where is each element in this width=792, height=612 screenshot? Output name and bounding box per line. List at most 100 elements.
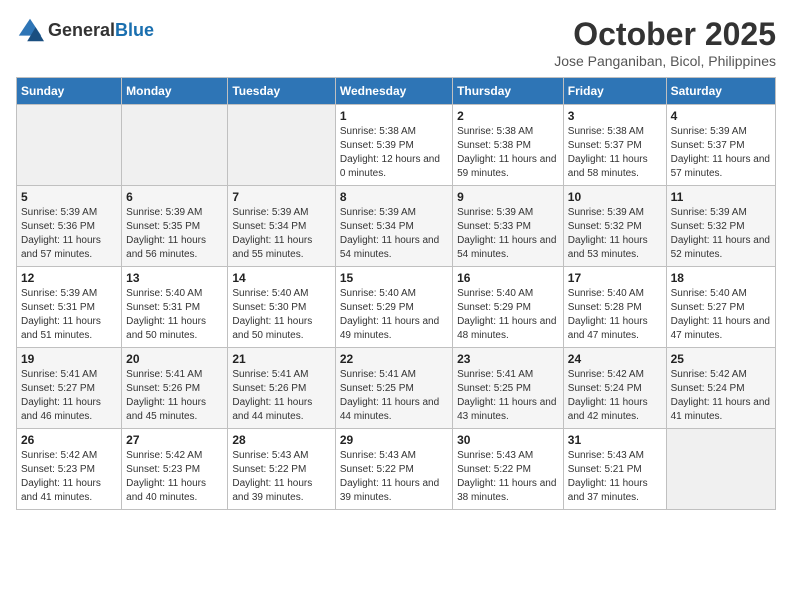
day-number: 19	[21, 352, 117, 366]
calendar-cell: 4 Sunrise: 5:39 AM Sunset: 5:37 PM Daylig…	[666, 105, 775, 186]
day-info: Sunrise: 5:39 AM Sunset: 5:33 PM Dayligh…	[457, 206, 559, 262]
day-number: 23	[457, 352, 559, 366]
calendar-cell: 22 Sunrise: 5:41 AM Sunset: 5:25 PM Dayli…	[335, 348, 452, 429]
calendar-week-row: 5Sunrise: 5:39 AM Sunset: 5:36 PM Daylig…	[17, 186, 776, 267]
day-number: 4	[671, 109, 771, 123]
weekday-header-monday: Monday	[122, 78, 228, 105]
calendar-cell	[122, 105, 228, 186]
day-info: Sunrise: 5:42 AM Sunset: 5:23 PM Dayligh…	[126, 449, 223, 505]
calendar-table: SundayMondayTuesdayWednesdayThursdayFrid…	[16, 77, 776, 510]
calendar-cell: 24 Sunrise: 5:42 AM Sunset: 5:24 PM Dayli…	[563, 348, 666, 429]
location-subtitle: Jose Panganiban, Bicol, Philippines	[554, 53, 776, 69]
day-info: Sunrise: 5:41 AM Sunset: 5:25 PM Dayligh…	[340, 368, 448, 424]
day-info: Sunrise: 5:41 AM Sunset: 5:25 PM Dayligh…	[457, 368, 559, 424]
day-info: Sunrise: 5:43 AM Sunset: 5:21 PM Dayligh…	[568, 449, 662, 505]
calendar-cell: 14 Sunrise: 5:40 AM Sunset: 5:30 PM Dayli…	[228, 267, 335, 348]
calendar-cell: 7 Sunrise: 5:39 AM Sunset: 5:34 PM Daylig…	[228, 186, 335, 267]
day-number: 15	[340, 271, 448, 285]
day-info: Sunrise: 5:41 AM Sunset: 5:26 PM Dayligh…	[126, 368, 223, 424]
calendar-cell: 19Sunrise: 5:41 AM Sunset: 5:27 PM Dayli…	[17, 348, 122, 429]
calendar-cell: 13Sunrise: 5:40 AM Sunset: 5:31 PM Dayli…	[122, 267, 228, 348]
day-number: 6	[126, 190, 223, 204]
logo-blue: Blue	[115, 20, 154, 40]
day-info: Sunrise: 5:41 AM Sunset: 5:26 PM Dayligh…	[232, 368, 330, 424]
calendar-cell: 18Sunrise: 5:40 AM Sunset: 5:27 PM Dayli…	[666, 267, 775, 348]
calendar-cell: 27 Sunrise: 5:42 AM Sunset: 5:23 PM Dayli…	[122, 429, 228, 510]
day-info: Sunrise: 5:42 AM Sunset: 5:24 PM Dayligh…	[671, 368, 771, 424]
day-number: 1	[340, 109, 448, 123]
day-info: Sunrise: 5:38 AM Sunset: 5:38 PM Dayligh…	[457, 125, 559, 181]
day-info: Sunrise: 5:40 AM Sunset: 5:28 PM Dayligh…	[568, 287, 662, 343]
day-number: 16	[457, 271, 559, 285]
day-number: 17	[568, 271, 662, 285]
calendar-cell: 29 Sunrise: 5:43 AM Sunset: 5:22 PM Dayli…	[335, 429, 452, 510]
day-number: 10	[568, 190, 662, 204]
calendar-cell: 12 Sunrise: 5:39 AM Sunset: 5:31 PM Dayli…	[17, 267, 122, 348]
day-info: Sunrise: 5:43 AM Sunset: 5:22 PM Dayligh…	[232, 449, 330, 505]
calendar-week-row: 12 Sunrise: 5:39 AM Sunset: 5:31 PM Dayli…	[17, 267, 776, 348]
calendar-cell: 11 Sunrise: 5:39 AM Sunset: 5:32 PM Dayli…	[666, 186, 775, 267]
day-number: 20	[126, 352, 223, 366]
day-number: 9	[457, 190, 559, 204]
weekday-header-tuesday: Tuesday	[228, 78, 335, 105]
calendar-cell: 31Sunrise: 5:43 AM Sunset: 5:21 PM Dayli…	[563, 429, 666, 510]
day-info: Sunrise: 5:39 AM Sunset: 5:37 PM Dayligh…	[671, 125, 771, 181]
weekday-header-saturday: Saturday	[666, 78, 775, 105]
day-number: 30	[457, 433, 559, 447]
day-number: 24	[568, 352, 662, 366]
day-info: Sunrise: 5:39 AM Sunset: 5:34 PM Dayligh…	[340, 206, 448, 262]
calendar-cell	[17, 105, 122, 186]
weekday-header-thursday: Thursday	[453, 78, 564, 105]
day-number: 21	[232, 352, 330, 366]
day-info: Sunrise: 5:38 AM Sunset: 5:39 PM Dayligh…	[340, 125, 448, 181]
weekday-header-sunday: Sunday	[17, 78, 122, 105]
title-area: October 2025 Jose Panganiban, Bicol, Phi…	[554, 16, 776, 69]
calendar-cell	[666, 429, 775, 510]
calendar-cell: 2Sunrise: 5:38 AM Sunset: 5:38 PM Daylig…	[453, 105, 564, 186]
day-number: 18	[671, 271, 771, 285]
logo: GeneralBlue	[16, 16, 154, 44]
day-info: Sunrise: 5:43 AM Sunset: 5:22 PM Dayligh…	[340, 449, 448, 505]
calendar-cell: 26 Sunrise: 5:42 AM Sunset: 5:23 PM Dayli…	[17, 429, 122, 510]
day-number: 28	[232, 433, 330, 447]
weekday-header-friday: Friday	[563, 78, 666, 105]
calendar-header-row: SundayMondayTuesdayWednesdayThursdayFrid…	[17, 78, 776, 105]
day-info: Sunrise: 5:38 AM Sunset: 5:37 PM Dayligh…	[568, 125, 662, 181]
month-title: October 2025	[554, 16, 776, 53]
calendar-cell: 25Sunrise: 5:42 AM Sunset: 5:24 PM Dayli…	[666, 348, 775, 429]
day-number: 27	[126, 433, 223, 447]
calendar-cell: 5Sunrise: 5:39 AM Sunset: 5:36 PM Daylig…	[17, 186, 122, 267]
day-number: 29	[340, 433, 448, 447]
day-info: Sunrise: 5:40 AM Sunset: 5:29 PM Dayligh…	[457, 287, 559, 343]
calendar-cell: 23 Sunrise: 5:41 AM Sunset: 5:25 PM Dayli…	[453, 348, 564, 429]
day-info: Sunrise: 5:43 AM Sunset: 5:22 PM Dayligh…	[457, 449, 559, 505]
calendar-cell: 17 Sunrise: 5:40 AM Sunset: 5:28 PM Dayli…	[563, 267, 666, 348]
logo-icon	[16, 16, 44, 44]
day-info: Sunrise: 5:42 AM Sunset: 5:23 PM Dayligh…	[21, 449, 117, 505]
day-number: 11	[671, 190, 771, 204]
day-number: 26	[21, 433, 117, 447]
day-info: Sunrise: 5:39 AM Sunset: 5:34 PM Dayligh…	[232, 206, 330, 262]
day-number: 12	[21, 271, 117, 285]
day-number: 5	[21, 190, 117, 204]
day-info: Sunrise: 5:39 AM Sunset: 5:32 PM Dayligh…	[671, 206, 771, 262]
calendar-cell: 9 Sunrise: 5:39 AM Sunset: 5:33 PM Daylig…	[453, 186, 564, 267]
calendar-cell	[228, 105, 335, 186]
day-number: 8	[340, 190, 448, 204]
day-info: Sunrise: 5:40 AM Sunset: 5:30 PM Dayligh…	[232, 287, 330, 343]
page-header: GeneralBlue October 2025 Jose Panganiban…	[16, 16, 776, 69]
calendar-cell: 10Sunrise: 5:39 AM Sunset: 5:32 PM Dayli…	[563, 186, 666, 267]
calendar-cell: 6 Sunrise: 5:39 AM Sunset: 5:35 PM Daylig…	[122, 186, 228, 267]
calendar-week-row: 19Sunrise: 5:41 AM Sunset: 5:27 PM Dayli…	[17, 348, 776, 429]
day-number: 13	[126, 271, 223, 285]
day-info: Sunrise: 5:42 AM Sunset: 5:24 PM Dayligh…	[568, 368, 662, 424]
day-info: Sunrise: 5:40 AM Sunset: 5:29 PM Dayligh…	[340, 287, 448, 343]
day-number: 7	[232, 190, 330, 204]
day-info: Sunrise: 5:39 AM Sunset: 5:35 PM Dayligh…	[126, 206, 223, 262]
calendar-cell: 3Sunrise: 5:38 AM Sunset: 5:37 PM Daylig…	[563, 105, 666, 186]
calendar-cell: 15 Sunrise: 5:40 AM Sunset: 5:29 PM Dayli…	[335, 267, 452, 348]
day-number: 14	[232, 271, 330, 285]
weekday-header-wednesday: Wednesday	[335, 78, 452, 105]
day-info: Sunrise: 5:39 AM Sunset: 5:31 PM Dayligh…	[21, 287, 117, 343]
day-number: 22	[340, 352, 448, 366]
